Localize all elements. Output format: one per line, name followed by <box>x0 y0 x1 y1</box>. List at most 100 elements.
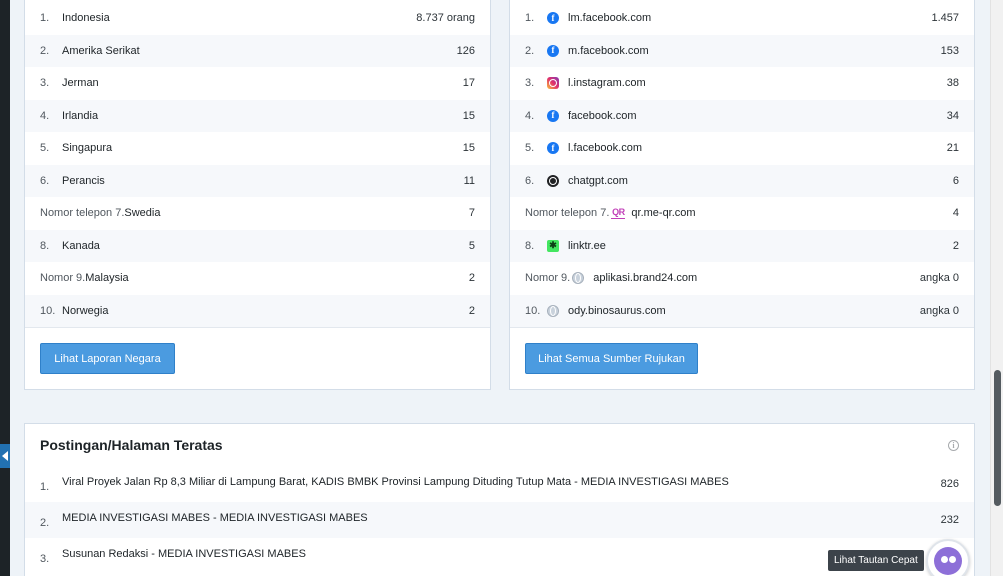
list-item[interactable]: 6. Perancis 11 <box>25 164 490 197</box>
rank-number: 10. <box>40 304 56 317</box>
divider <box>25 327 490 328</box>
rank-number: 3. <box>40 553 50 565</box>
referrer-link[interactable]: l.instagram.com <box>568 77 646 89</box>
list-item[interactable]: 3. Jerman 17 <box>25 67 490 99</box>
quick-links-bot-button[interactable] <box>926 539 970 576</box>
rank-number: 3. <box>40 77 50 89</box>
rank-number: 3. <box>525 77 535 89</box>
rank-number: 10. <box>525 304 541 317</box>
referral-count: 2 <box>952 239 959 252</box>
country-name: Swedia <box>124 207 161 219</box>
rank-number: 1. <box>525 12 535 24</box>
view-all-referrers-button[interactable]: Lihat Semua Sumber Rujukan <box>525 343 698 374</box>
rank-number: 6. <box>525 174 535 187</box>
country-name: Kanada <box>62 239 100 252</box>
post-title-link[interactable]: Viral Proyek Jalan Rp 8,3 Miliar di Lamp… <box>62 476 729 492</box>
list-item[interactable]: 3. l.instagram.com 38 <box>510 67 974 99</box>
info-icon[interactable]: i <box>948 440 959 451</box>
list-item[interactable]: 1. f lm.facebook.com 1.457 <box>510 2 974 34</box>
rank-number: 2. <box>40 44 50 57</box>
facebook-icon: f <box>547 109 559 122</box>
list-item[interactable]: 4. Irlandia 15 <box>25 99 490 132</box>
scrollbar-thumb[interactable] <box>994 370 1001 506</box>
list-item[interactable]: Nomor telepon 7. QR qr.me-qr.com 4 <box>510 197 974 229</box>
rank-number: 2. <box>40 517 50 529</box>
country-name: Irlandia <box>62 109 99 122</box>
chatgpt-icon <box>547 174 559 187</box>
list-item[interactable]: Nomor telepon 7. Swedia 7 <box>25 197 490 229</box>
list-item[interactable]: Nomor 9. aplikasi.brand24.com angka 0 <box>510 262 974 294</box>
referral-count: 153 <box>940 44 959 57</box>
referrer-link[interactable]: ody.binosaurus.com <box>568 305 666 317</box>
post-title-link[interactable]: MEDIA INVESTIGASI MABES - MEDIA INVESTIG… <box>62 512 368 528</box>
visitor-count: 15 <box>462 109 475 122</box>
collapse-menu-icon[interactable] <box>0 444 10 468</box>
rank-number: 4. <box>40 109 50 122</box>
rank-number: Nomor telepon 7. <box>525 207 610 219</box>
table-row[interactable]: 2. MEDIA INVESTIGASI MABES - MEDIA INVEST… <box>25 502 974 538</box>
globe-icon <box>547 304 559 317</box>
referrer-link[interactable]: l.facebook.com <box>568 142 642 154</box>
visitor-count: 17 <box>462 77 475 89</box>
quick-links-tooltip: Lihat Tautan Cepat <box>828 550 924 571</box>
referral-count: angka 0 <box>919 304 959 317</box>
list-item[interactable]: 5. f l.facebook.com 21 <box>510 132 974 164</box>
list-item[interactable]: 1. Indonesia 8.737 orang <box>25 2 490 34</box>
view-count: 232 <box>940 514 959 526</box>
list-item[interactable]: Nomor 9. Malaysia 2 <box>25 262 490 294</box>
rank-number: 5. <box>525 142 535 154</box>
visitor-count: 126 <box>456 44 475 57</box>
list-item[interactable]: 4. f facebook.com 34 <box>510 99 974 132</box>
rank-number: 1. <box>40 481 50 493</box>
referral-count: 34 <box>946 109 959 122</box>
rank-number: 1. <box>40 12 50 24</box>
referral-count: angka 0 <box>919 272 959 284</box>
referral-count: 38 <box>946 77 959 89</box>
rank-number: 4. <box>525 109 535 122</box>
country-name: Indonesia <box>62 12 110 24</box>
referrer-link[interactable]: facebook.com <box>568 110 636 122</box>
facebook-icon: f <box>547 44 559 57</box>
divider <box>510 327 974 328</box>
referrer-link[interactable]: aplikasi.brand24.com <box>593 272 697 284</box>
visitor-count: 2 <box>468 304 475 317</box>
list-item[interactable]: 5. Singapura 15 <box>25 132 490 164</box>
list-item[interactable]: 2. Amerika Serikat 126 <box>25 34 490 67</box>
card-title: Postingan/Halaman Teratas <box>40 437 223 453</box>
globe-icon <box>572 272 585 284</box>
referral-count: 6 <box>952 174 959 187</box>
list-item[interactable]: 10. ody.binosaurus.com angka 0 <box>510 294 974 327</box>
visitor-count: 15 <box>462 142 475 154</box>
country-name: Singapura <box>62 142 113 154</box>
list-item[interactable]: 2. f m.facebook.com 153 <box>510 34 974 67</box>
visitor-count: 8.737 orang <box>416 12 475 24</box>
table-row[interactable]: 1. Viral Proyek Jalan Rp 8,3 Miliar di La… <box>25 466 974 502</box>
scrollbar[interactable] <box>990 0 1003 576</box>
country-name: Jerman <box>62 77 99 89</box>
post-title-link[interactable]: Susunan Redaksi - MEDIA INVESTIGASI MABE… <box>62 548 306 564</box>
top-referrers-card: 1. f lm.facebook.com 1.457 2. f m.facebook.com… <box>509 0 975 390</box>
country-name: Perancis <box>62 174 105 187</box>
referrer-link[interactable]: linktr.ee <box>568 240 606 252</box>
referral-count: 4 <box>952 207 959 219</box>
referrer-link[interactable]: qr.me-qr.com <box>631 207 695 219</box>
referral-count: 21 <box>946 142 959 154</box>
referrer-link[interactable]: chatgpt.com <box>568 175 628 187</box>
rank-number: 5. <box>40 142 50 154</box>
visitor-count: 2 <box>468 272 475 284</box>
rank-number: 8. <box>40 239 50 252</box>
list-item[interactable]: 8. Kanada 5 <box>25 229 490 262</box>
list-item[interactable]: 10. Norwegia 2 <box>25 294 490 327</box>
referrer-link[interactable]: lm.facebook.com <box>568 12 651 24</box>
list-item[interactable]: 8. ✱ linktr.ee 2 <box>510 229 974 262</box>
facebook-icon: f <box>547 142 559 154</box>
referrer-link[interactable]: m.facebook.com <box>568 45 649 57</box>
linktree-icon: ✱ <box>547 239 559 252</box>
visitor-count: 11 <box>463 174 475 187</box>
rank-number: 2. <box>525 44 535 57</box>
admin-sidebar <box>0 0 10 576</box>
view-country-report-button[interactable]: Lihat Laporan Negara <box>40 343 175 374</box>
list-item[interactable]: 6. chatgpt.com 6 <box>510 164 974 197</box>
country-name: Malaysia <box>85 272 129 284</box>
referral-count: 1.457 <box>931 12 959 24</box>
